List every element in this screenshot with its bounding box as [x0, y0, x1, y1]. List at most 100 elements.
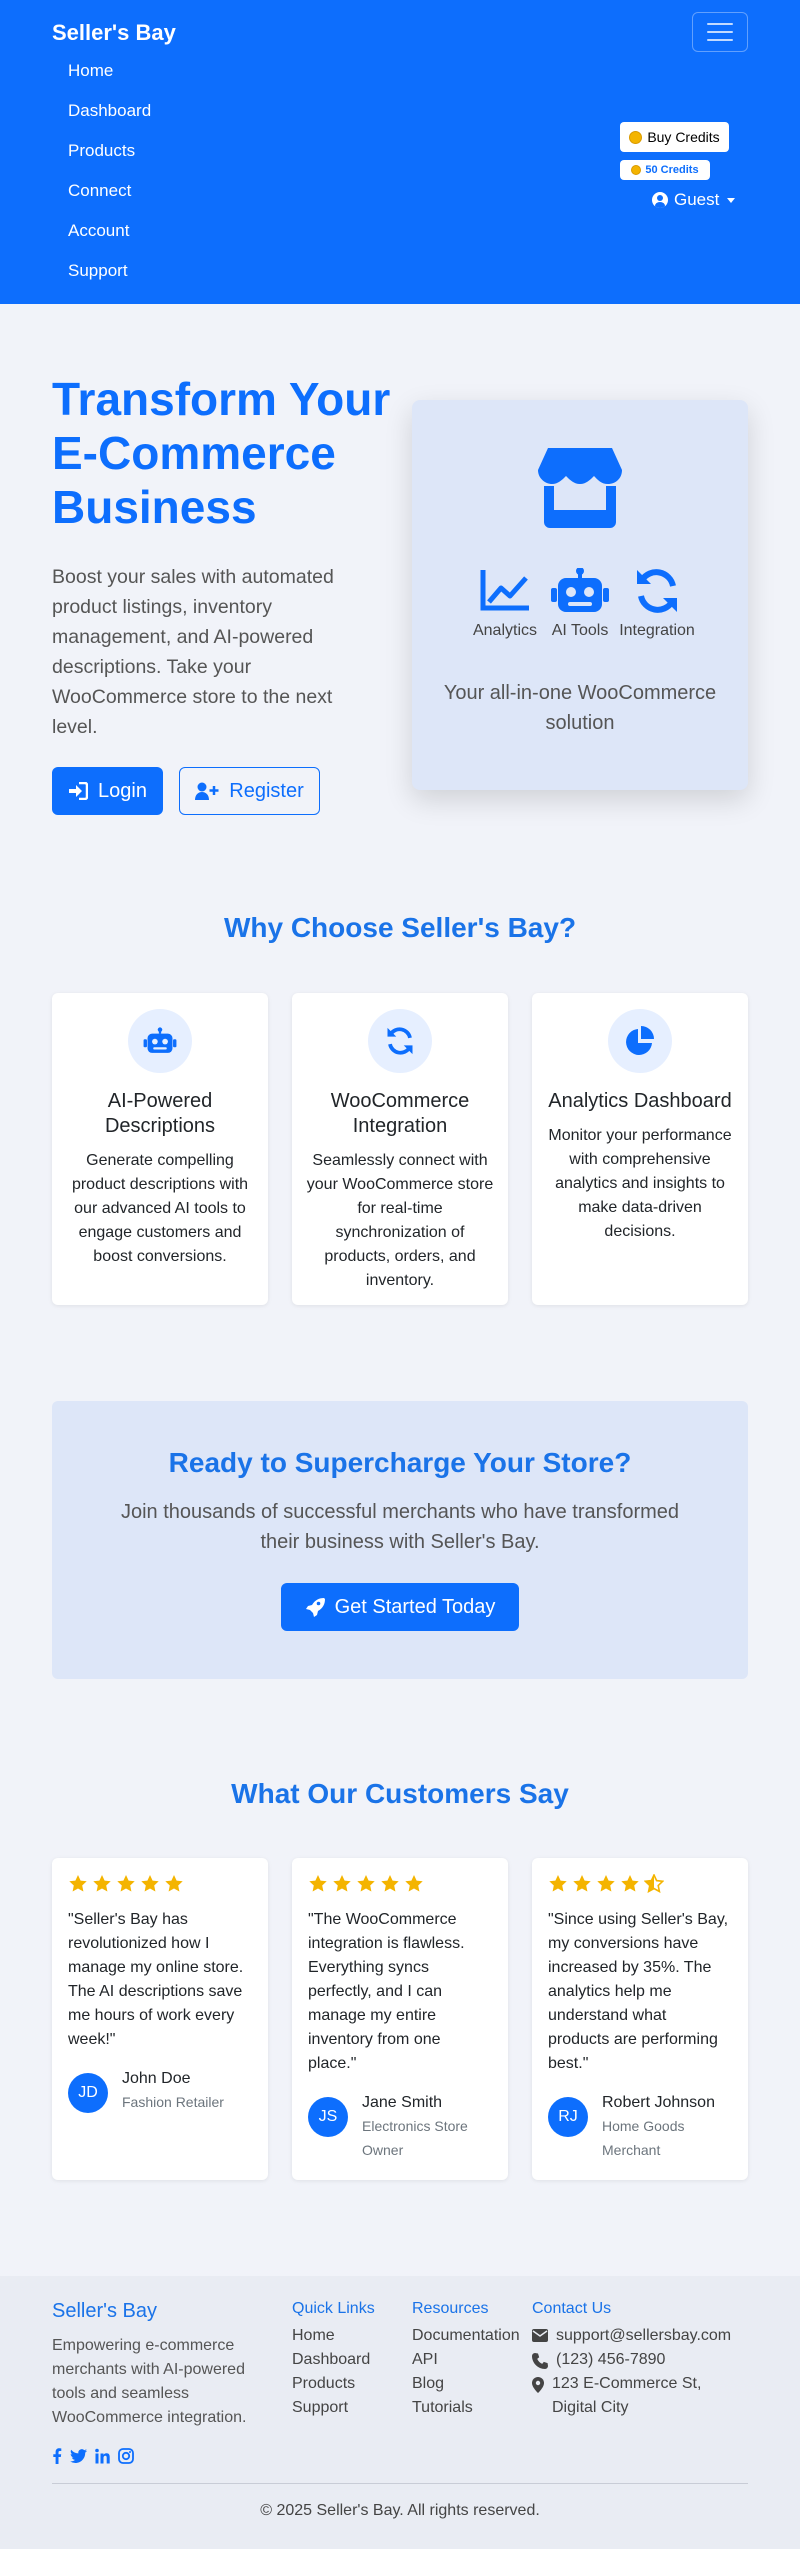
social-links	[52, 2448, 134, 2464]
why-section-title: Why Choose Seller's Bay?	[223, 912, 577, 943]
cta-description: Join thousands of successful merchants w…	[120, 1501, 680, 1553]
star-icon	[333, 1875, 351, 1892]
contact-email[interactable]: support@sellersbay.com	[556, 2324, 731, 2348]
footer-link-products[interactable]: Products	[292, 2372, 375, 2396]
nav-link-connect[interactable]: Connect	[68, 178, 151, 218]
feature-card-text: Seamlessly connect with your WooCommerce…	[306, 1152, 494, 1289]
nav-link-home[interactable]: Home	[68, 58, 151, 98]
cta-title: Ready to Supercharge Your Store?	[168, 1447, 632, 1478]
star-icon	[93, 1875, 111, 1892]
nav-link-dashboard[interactable]: Dashboard	[68, 98, 151, 138]
testimonial-name: Robert Johnson	[602, 2094, 715, 2111]
coins-icon	[631, 165, 642, 175]
map-marker-icon	[532, 2377, 544, 2393]
feature-card-text: Generate compelling product descriptions…	[71, 1152, 249, 1265]
sign-in-icon	[69, 782, 89, 800]
buy-credits-label: Buy Credits	[647, 129, 720, 145]
testimonial-quote: "Since using Seller's Bay, my conversion…	[548, 1911, 729, 2072]
nav-link-products[interactable]: Products	[68, 138, 151, 178]
footer-link-tutorials[interactable]: Tutorials	[412, 2396, 520, 2420]
hero-description: Boost your sales with automated product …	[52, 566, 334, 738]
footer-resources-title: Resources	[412, 2300, 489, 2317]
footer-contact-title: Contact Us	[532, 2300, 612, 2317]
star-rating	[308, 1874, 492, 1894]
register-button[interactable]: Register	[179, 767, 320, 815]
feature-card: AI-Powered Descriptions Generate compell…	[52, 993, 268, 1305]
star-icon	[621, 1875, 639, 1892]
testimonial-role: Fashion Retailer	[122, 2094, 224, 2110]
sync-icon	[637, 569, 677, 613]
testimonial-quote: "Seller's Bay has revolutionized how I m…	[68, 1911, 244, 2048]
testimonial-card: "Since using Seller's Bay, my conversion…	[532, 1858, 748, 2180]
contact-phone[interactable]: (123) 456-7890	[556, 2348, 665, 2372]
hamburger-icon	[707, 23, 733, 25]
footer-description: Empowering e-commerce merchants with AI-…	[52, 2337, 247, 2426]
avatar: JD	[68, 2073, 108, 2113]
user-dropdown[interactable]: Guest	[652, 190, 736, 210]
footer-link-support[interactable]: Support	[292, 2396, 375, 2420]
envelope-icon	[532, 2329, 548, 2342]
testimonial-card: "Seller's Bay has revolutionized how I m…	[52, 1858, 268, 2180]
facebook-icon[interactable]	[52, 2448, 62, 2464]
user-plus-icon	[195, 782, 219, 800]
feature-card-title: AI-Powered Descriptions	[104, 1090, 216, 1137]
testimonial-quote: "The WooCommerce integration is flawless…	[308, 1911, 465, 2072]
testimonial-name: John Doe	[122, 2070, 191, 2087]
star-icon	[357, 1875, 375, 1892]
login-button[interactable]: Login	[52, 767, 163, 815]
user-dropdown-label: Guest	[674, 190, 720, 209]
feature-card-title: WooCommerce Integration	[330, 1090, 470, 1137]
testimonial-role: Home Goods Merchant	[602, 2118, 685, 2158]
nav-link-account[interactable]: Account	[68, 218, 151, 258]
footer-quick-links-title: Quick Links	[292, 2300, 375, 2317]
footer-quick-links: Quick Links Home Dashboard Products Supp…	[292, 2300, 375, 2420]
footer-link-blog[interactable]: Blog	[412, 2372, 520, 2396]
testimonials-title: What Our Customers Say	[231, 1778, 569, 1809]
testimonial-name: Jane Smith	[362, 2094, 443, 2111]
get-started-button[interactable]: Get Started Today	[281, 1583, 519, 1631]
brand-logo[interactable]: Seller's Bay	[52, 20, 176, 46]
twitter-icon[interactable]	[70, 2448, 87, 2464]
hero-feature-label: Analytics	[472, 622, 538, 639]
avatar: JS	[308, 2097, 348, 2137]
cta-section: Ready to Supercharge Your Store? Join th…	[52, 1401, 748, 1679]
star-icon	[549, 1875, 567, 1892]
credits-badge-label: 50 Credits	[645, 164, 699, 176]
buy-credits-button[interactable]: Buy Credits	[620, 122, 729, 152]
star-icon	[405, 1875, 423, 1892]
footer-divider	[52, 2483, 748, 2484]
hero-title: Transform Your E-Commerce Business	[52, 373, 391, 533]
nav-link-support[interactable]: Support	[68, 258, 151, 298]
register-label: Register	[229, 779, 304, 802]
robot-icon	[143, 1027, 177, 1053]
linkedin-icon[interactable]	[95, 2448, 110, 2464]
avatar: RJ	[548, 2097, 588, 2137]
footer-contact: Contact Us support@sellersbay.com (123) …	[532, 2300, 748, 2420]
feature-card: WooCommerce Integration Seamlessly conne…	[292, 993, 508, 1305]
star-rating	[68, 1874, 252, 1894]
star-rating	[548, 1874, 732, 1894]
sync-icon	[387, 1027, 413, 1055]
caret-down-icon	[727, 197, 736, 203]
footer-link-api[interactable]: API	[412, 2348, 520, 2372]
star-icon	[573, 1875, 591, 1892]
testimonial-role: Electronics Store Owner	[362, 2118, 468, 2158]
footer: Seller's Bay Empowering e-commerce merch…	[0, 2276, 800, 2549]
feature-card: Analytics Dashboard Monitor your perform…	[532, 993, 748, 1305]
footer-link-documentation[interactable]: Documentation	[412, 2324, 520, 2348]
star-icon	[309, 1875, 327, 1892]
robot-icon	[551, 568, 609, 612]
hero-feature-card: Analytics AI Tools Integration Your all-…	[412, 400, 748, 790]
footer-link-dashboard[interactable]: Dashboard	[292, 2348, 375, 2372]
nav-links: Home Dashboard Products Connect Account …	[68, 58, 151, 298]
footer-resources: Resources Documentation API Blog Tutoria…	[412, 2300, 520, 2420]
hero-feature-integration: Integration	[612, 568, 702, 640]
copyright: © 2025 Seller's Bay. All rights reserved…	[260, 2502, 540, 2519]
footer-link-home[interactable]: Home	[292, 2324, 375, 2348]
star-icon	[165, 1875, 183, 1892]
menu-toggle-button[interactable]	[692, 12, 748, 52]
pie-chart-icon	[626, 1026, 654, 1055]
credits-badge: 50 Credits	[620, 160, 710, 180]
coins-icon	[629, 130, 643, 144]
instagram-icon[interactable]	[118, 2448, 134, 2464]
